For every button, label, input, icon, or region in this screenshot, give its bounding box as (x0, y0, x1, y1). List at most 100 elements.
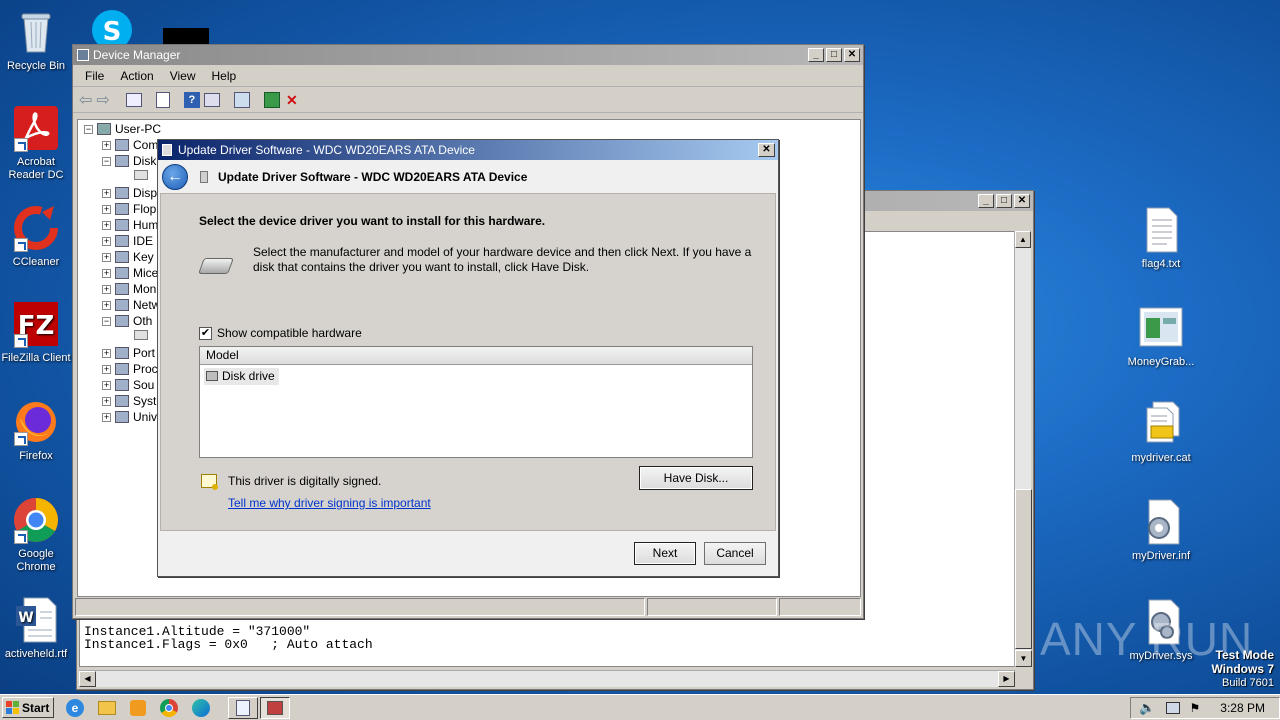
tree-item[interactable]: + Mon (102, 282, 156, 296)
tree-expander[interactable]: + (102, 364, 111, 374)
tree-expander[interactable]: + (102, 284, 111, 294)
scroll-thumb[interactable] (1015, 489, 1032, 649)
tree-expander[interactable]: + (102, 268, 111, 278)
tree-expander[interactable]: + (102, 220, 111, 230)
back-button[interactable]: ← (162, 164, 188, 190)
close-button[interactable]: ✕ (758, 143, 775, 157)
clock[interactable]: 3:28 PM (1220, 701, 1265, 715)
back-arrow-icon[interactable]: ⇦ (79, 90, 92, 110)
taskbar-button-notepad[interactable] (228, 696, 258, 719)
desktop-icon-filezilla[interactable]: FZ FileZilla Client (0, 300, 74, 365)
help-icon[interactable]: ? (183, 91, 200, 108)
uninstall-icon[interactable]: ✕ (284, 92, 300, 108)
scroll-down-button[interactable]: ▼ (1015, 650, 1032, 667)
show-hide-tree-icon[interactable] (125, 92, 142, 107)
tree-item[interactable]: + Flop (102, 202, 156, 216)
update-driver-icon[interactable] (263, 91, 280, 108)
close-button[interactable]: ✕ (844, 48, 860, 62)
tree-expander[interactable]: + (102, 140, 111, 150)
dialog-titlebar[interactable]: Update Driver Software - WDC WD20EARS AT… (158, 140, 778, 160)
update-driver-dialog[interactable]: Update Driver Software - WDC WD20EARS AT… (157, 139, 779, 577)
explorer-folder-icon[interactable] (98, 700, 116, 715)
tree-expander[interactable]: + (102, 412, 111, 422)
menu-action[interactable]: Action (112, 69, 161, 83)
forward-arrow-icon[interactable]: ⇨ (96, 90, 109, 110)
tree-item[interactable] (134, 170, 152, 180)
tree-item[interactable] (134, 330, 152, 340)
tree-item[interactable]: + Disp (102, 186, 157, 200)
tree-item[interactable]: + Netw (102, 298, 160, 312)
desktop-icon-flag4[interactable]: flag4.txt (1123, 206, 1199, 271)
desktop-icon-mydriver-cat[interactable]: mydriver.cat (1123, 400, 1199, 465)
show-compatible-checkbox[interactable]: ✔ Show compatible hardware (199, 326, 362, 340)
scroll-up-button[interactable]: ▲ (1015, 231, 1031, 248)
scan-hardware-icon[interactable] (233, 91, 250, 108)
menu-file[interactable]: File (77, 69, 112, 83)
tree-item[interactable]: + Mice (102, 266, 158, 280)
tree-expander[interactable]: + (102, 204, 111, 214)
desktop-icon-moneygrab[interactable]: MoneyGrab... (1123, 304, 1199, 369)
desktop-icon-acrobat[interactable]: Acrobat Reader DC (0, 104, 74, 182)
maximize-button[interactable]: □ (996, 194, 1012, 208)
menu-help[interactable]: Help (204, 69, 245, 83)
edge-icon[interactable] (192, 698, 210, 717)
next-button[interactable]: Next (634, 542, 696, 565)
minimize-button[interactable]: _ (978, 194, 994, 208)
tree-item[interactable]: + Com (102, 138, 158, 152)
desktop-icon-activeheld[interactable]: W activeheld.rtf (0, 596, 74, 661)
model-list[interactable]: Model Disk drive (199, 346, 753, 458)
taskbar-button-device-manager[interactable] (260, 696, 290, 719)
tree-item-root[interactable]: − User-PC (84, 122, 161, 136)
tree-expander[interactable]: + (102, 236, 111, 246)
have-disk-button[interactable]: Have Disk... (639, 466, 753, 490)
scroll-right-button[interactable]: ▶ (998, 671, 1015, 687)
tree-item[interactable]: + IDE (102, 234, 153, 248)
view-icon[interactable] (203, 92, 220, 107)
action-center-flag-icon[interactable]: ⚑ (1190, 701, 1201, 715)
internet-explorer-icon[interactable]: e (66, 698, 84, 717)
device-manager-titlebar[interactable]: Device Manager _ □ ✕ (73, 45, 863, 65)
maximize-button[interactable]: □ (826, 48, 842, 62)
properties-icon[interactable] (155, 91, 170, 108)
volume-icon[interactable]: 🔈 (1139, 700, 1155, 716)
tree-item[interactable]: + Sou (102, 378, 154, 392)
tree-expander[interactable]: + (102, 300, 111, 310)
network-icon[interactable] (1165, 701, 1180, 714)
tree-expander[interactable]: + (102, 380, 111, 390)
tree-item[interactable]: − Oth (102, 314, 152, 328)
tree-item[interactable]: + Port (102, 346, 155, 360)
desktop-icon-recycle-bin[interactable]: Recycle Bin (0, 8, 74, 73)
minimize-button[interactable]: _ (808, 48, 824, 62)
tree-expander[interactable]: − (102, 156, 111, 166)
close-button[interactable]: ✕ (1014, 194, 1030, 208)
checkbox-box[interactable]: ✔ (199, 326, 212, 340)
scroll-left-button[interactable]: ◀ (79, 671, 96, 687)
model-list-header[interactable]: Model (200, 347, 752, 365)
start-button[interactable]: Start (2, 697, 54, 718)
desktop-icon-ccleaner[interactable]: CCleaner (0, 204, 74, 269)
tree-expander[interactable]: + (102, 188, 111, 198)
tree-item[interactable]: − Disk (102, 154, 156, 168)
tree-item[interactable]: + Syst (102, 394, 156, 408)
notepad-vertical-scrollbar[interactable]: ▲ ▼ (1014, 231, 1032, 667)
tree-expander[interactable]: − (102, 316, 111, 326)
skype-icon[interactable]: S (90, 8, 134, 50)
desktop-icon-partial[interactable] (163, 28, 209, 44)
model-list-item[interactable]: Disk drive (204, 368, 279, 385)
tree-item[interactable]: + Hum (102, 218, 158, 232)
driver-signing-link[interactable]: Tell me why driver signing is important (228, 496, 431, 510)
tree-item[interactable]: + Key (102, 250, 154, 264)
menu-view[interactable]: View (162, 69, 204, 83)
media-player-icon[interactable] (130, 699, 146, 716)
chrome-taskbar-icon[interactable] (160, 698, 178, 717)
tree-expander[interactable]: − (84, 124, 93, 134)
tree-item[interactable]: + Proc (102, 362, 158, 376)
desktop-icon-mydriver-inf[interactable]: myDriver.inf (1123, 498, 1199, 563)
cancel-button[interactable]: Cancel (704, 542, 766, 565)
tree-expander[interactable]: + (102, 348, 111, 358)
tree-item[interactable]: + Univ (102, 410, 157, 424)
tree-expander[interactable]: + (102, 252, 111, 262)
tree-expander[interactable]: + (102, 396, 111, 406)
desktop-icon-chrome[interactable]: Google Chrome (0, 496, 74, 574)
desktop-icon-firefox[interactable]: Firefox (0, 398, 74, 463)
